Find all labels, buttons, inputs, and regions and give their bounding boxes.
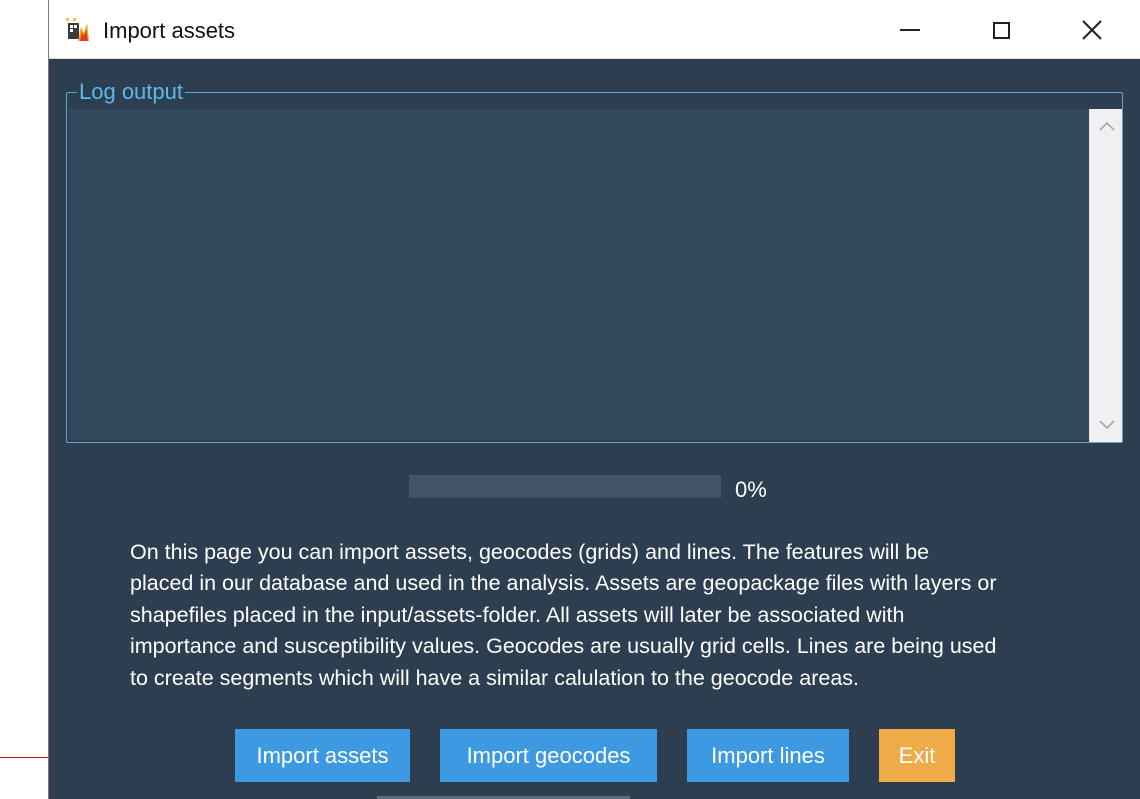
scroll-down-icon[interactable] <box>1090 410 1123 440</box>
import-assets-window: Import assets Log output 0% On this page… <box>48 0 1140 799</box>
log-scrollbar[interactable] <box>1089 109 1122 442</box>
close-icon <box>1082 20 1102 40</box>
log-output-legend: Log output <box>77 79 185 105</box>
exit-button[interactable]: Exit <box>879 729 955 782</box>
minimize-button[interactable] <box>887 10 933 50</box>
import-lines-button[interactable]: Import lines <box>687 729 849 782</box>
title-bar: Import assets <box>49 0 1140 59</box>
progress-bar <box>409 475 721 498</box>
description-text: On this page you can import assets, geoc… <box>130 540 997 690</box>
app-icon <box>66 18 89 41</box>
log-output-group: Log output <box>66 79 1123 443</box>
close-button[interactable] <box>1069 10 1115 50</box>
progress-label: 0% <box>735 477 767 502</box>
minimize-icon <box>900 29 920 31</box>
window-title: Import assets <box>103 18 236 43</box>
import-assets-button[interactable]: Import assets <box>235 729 410 782</box>
log-output-textarea[interactable] <box>69 109 1089 440</box>
maximize-icon <box>992 21 1010 39</box>
page: Import assets Log output 0% On this page… <box>0 0 1140 799</box>
maximize-button[interactable] <box>978 10 1024 50</box>
import-geocodes-button[interactable]: Import geocodes <box>440 729 657 782</box>
scroll-up-icon[interactable] <box>1090 111 1123 141</box>
